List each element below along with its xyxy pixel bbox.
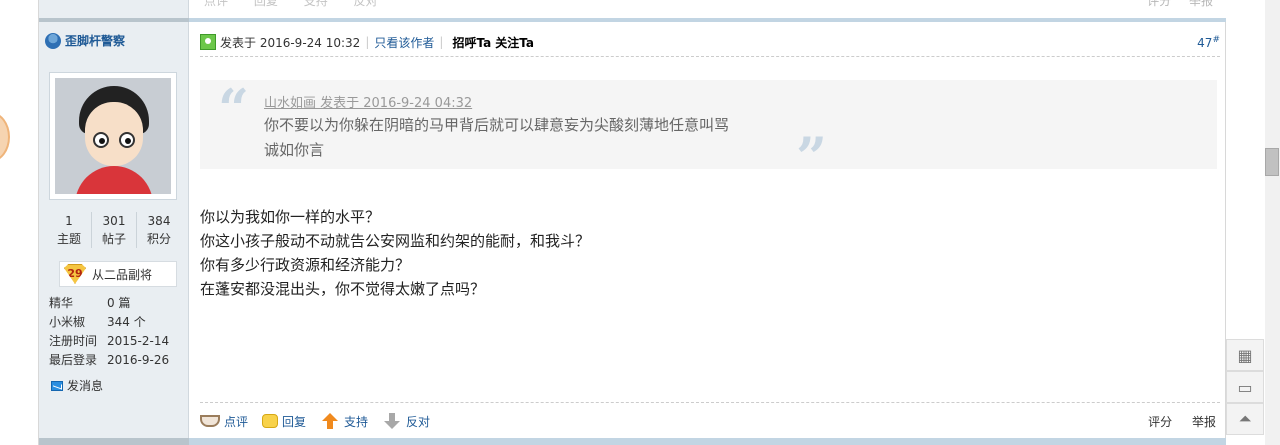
greet-link[interactable]: 招呼Ta xyxy=(452,34,491,51)
open-quote-icon: “ xyxy=(218,77,250,141)
back-to-top-button[interactable]: ⏶ xyxy=(1226,403,1264,435)
speech-bubble-icon xyxy=(262,414,279,428)
prev-report-link[interactable]: 举报 xyxy=(1189,0,1213,8)
arrow-down-icon xyxy=(382,413,402,429)
info-row: 小米椒 344 个 xyxy=(49,315,146,329)
quote-line: 你不要以为你躲在阴暗的马甲背后就可以肆意妄为尖酸刻薄地任意叫骂 xyxy=(264,116,730,134)
info-row: 注册时间 2015-2-14 xyxy=(49,334,170,348)
only-author-link[interactable]: 只看该作者 xyxy=(374,34,434,51)
floor-number[interactable]: 47# xyxy=(1197,35,1220,50)
rank-title: 从二品副将 xyxy=(92,267,153,282)
support-button[interactable]: 支持 xyxy=(320,413,368,430)
content-line: 你这小孩子般动不动就告公安网监和约架的能耐，和我斗？ xyxy=(200,232,591,250)
content-line: 在蓬安都没混出头，你不觉得太嫩了点吗？ xyxy=(200,280,486,298)
post-main: 发表于 2016-9-24 10:32 | 只看该作者 | 招呼Ta 关注Ta … xyxy=(190,22,1227,445)
oppose-button[interactable]: 反对 xyxy=(382,413,430,430)
divider xyxy=(200,56,1220,57)
post-separator xyxy=(39,438,1227,445)
comment-button[interactable]: ▭ xyxy=(1226,371,1264,403)
info-row: 精华 0 篇 xyxy=(49,296,131,310)
online-status-icon xyxy=(200,34,216,50)
rank-shield-icon: 29 xyxy=(64,264,86,284)
rate-link[interactable]: 评分 xyxy=(1132,415,1172,429)
quote-source-link[interactable]: 山水如画 发表于 2016-9-24 04:32 xyxy=(264,92,472,111)
close-quote-icon: ” xyxy=(796,125,828,189)
scrollbar-thumb[interactable] xyxy=(1265,148,1279,176)
comment-icon: ▭ xyxy=(1237,377,1253,397)
avatar-image xyxy=(55,78,171,194)
forum-post: 点评 回复 支持 反对 评分 举报 歪脚杆警察 1 主题 301 帖子 384 … xyxy=(38,0,1227,445)
quote-block: “ 山水如画 发表于 2016-9-24 04:32 你不要以为你躲在阴暗的马甲… xyxy=(200,77,1217,184)
post-content: 你以为我如你一样的水平？ 你这小孩子般动不动就告公安网监和约架的能耐，和我斗？ … xyxy=(200,205,590,301)
quote-line: 诚如你言 xyxy=(264,141,325,159)
prev-reply-button[interactable]: 回复 xyxy=(254,0,278,8)
mail-icon xyxy=(51,380,63,391)
coffee-cup-icon xyxy=(200,415,220,427)
report-link[interactable]: 举报 xyxy=(1176,415,1216,429)
qr-code-icon: ▦ xyxy=(1237,345,1253,365)
arrow-up-icon xyxy=(320,413,340,429)
follow-link[interactable]: 关注Ta xyxy=(495,34,534,51)
scrollbar[interactable] xyxy=(1265,0,1280,445)
info-row: 最后登录 2016-9-26 xyxy=(49,353,170,367)
author-name[interactable]: 歪脚杆警察 xyxy=(65,32,125,49)
author-sidebar: 歪脚杆警察 1 主题 301 帖子 384 积分 29 从二品副将 精华 0 篇… xyxy=(39,22,189,445)
post-meta: 发表于 2016-9-24 10:32 | 只看该作者 | 招呼Ta 关注Ta … xyxy=(200,32,1220,52)
prev-review-button[interactable]: 点评 xyxy=(204,0,228,8)
prev-oppose-button[interactable]: 反对 xyxy=(354,0,378,8)
qr-code-button[interactable]: ▦ xyxy=(1226,339,1264,371)
stat-points[interactable]: 384 积分 xyxy=(137,212,181,248)
stat-posts[interactable]: 301 帖子 xyxy=(92,212,137,248)
post-actions: 点评 回复 支持 反对 评分 举报 xyxy=(200,410,1220,432)
stat-topics[interactable]: 1 主题 xyxy=(47,212,92,248)
author-header: 歪脚杆警察 xyxy=(45,32,125,49)
reply-button[interactable]: 回复 xyxy=(262,413,306,430)
user-online-icon xyxy=(45,32,61,49)
review-button[interactable]: 点评 xyxy=(200,413,248,430)
prev-support-button[interactable]: 支持 xyxy=(304,0,328,8)
prev-rate-link[interactable]: 评分 xyxy=(1147,0,1171,8)
content-line: 你以为我如你一样的水平？ xyxy=(200,208,381,226)
rank-badge: 29 从二品副将 xyxy=(59,261,177,287)
content-line: 你有多少行政资源和经济能力？ xyxy=(200,256,411,274)
back-to-top-icon: ⏶ xyxy=(1238,409,1252,428)
divider xyxy=(200,402,1220,403)
page-gutter xyxy=(0,0,38,445)
avatar[interactable] xyxy=(49,72,177,200)
author-info: 精华 0 篇 小米椒 344 个 注册时间 2015-2-14 最后登录 2016-9-… xyxy=(49,294,184,370)
author-stats: 1 主题 301 帖子 384 积分 xyxy=(47,212,181,248)
send-message-link[interactable]: 发消息 xyxy=(51,377,103,394)
post-time: 发表于 2016-9-24 10:32 xyxy=(220,35,361,50)
